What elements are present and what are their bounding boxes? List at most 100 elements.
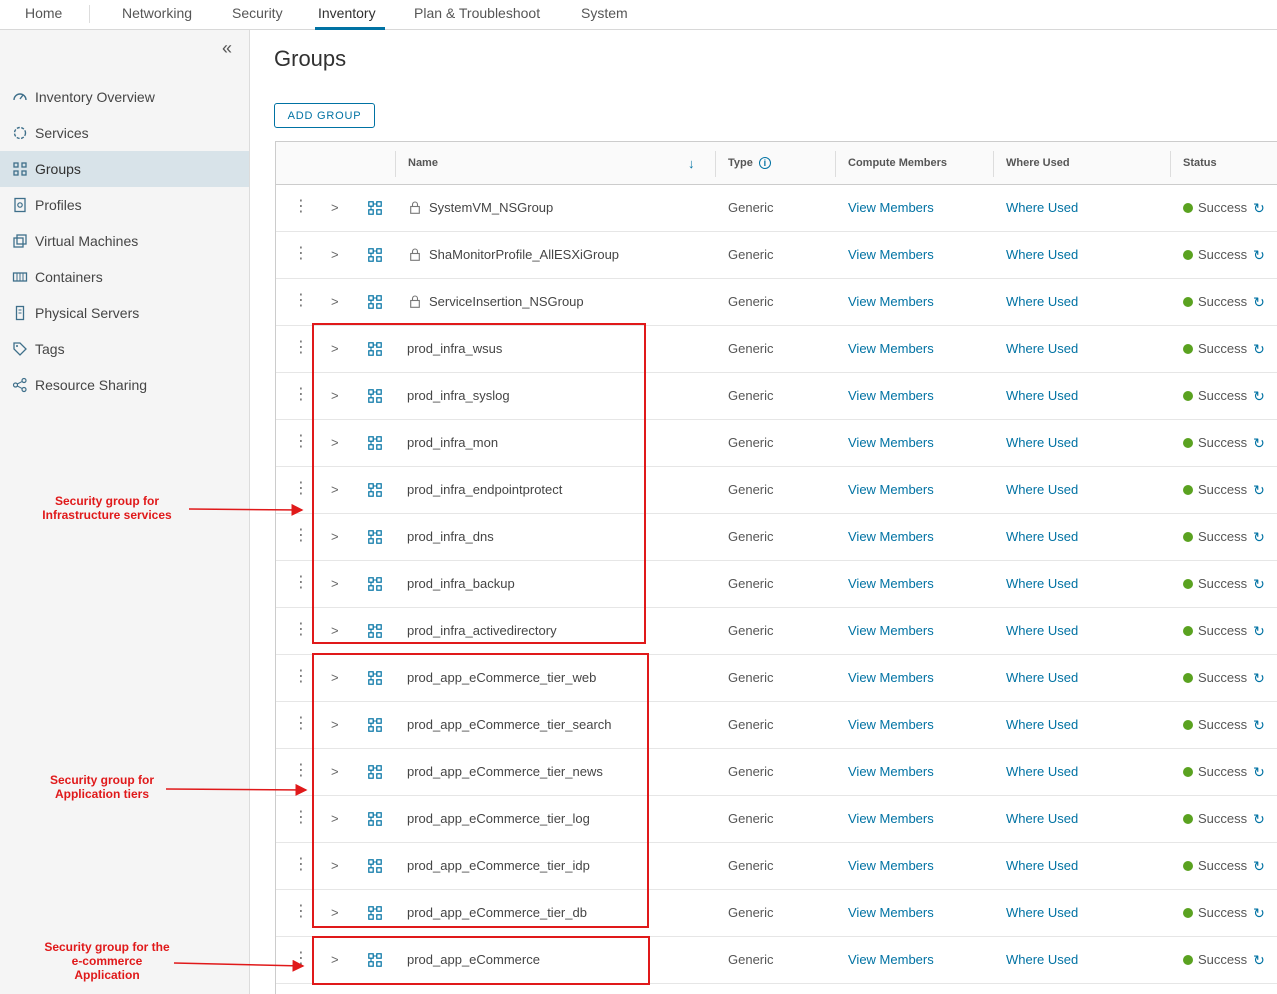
view-members-link[interactable]: View Members <box>848 749 934 795</box>
sidebar-item-groups[interactable]: Groups <box>0 151 249 187</box>
view-members-link[interactable]: View Members <box>848 185 934 231</box>
refresh-icon[interactable]: ↻ <box>1253 702 1265 748</box>
row-actions-icon[interactable]: ⋮ <box>293 232 309 278</box>
column-header-name[interactable]: Name <box>396 142 438 185</box>
refresh-icon[interactable]: ↻ <box>1253 655 1265 701</box>
refresh-icon[interactable]: ↻ <box>1253 561 1265 607</box>
annotation-app-tiers: Security group for Application tiers <box>30 773 174 801</box>
refresh-icon[interactable]: ↻ <box>1253 467 1265 513</box>
row-actions-icon[interactable]: ⋮ <box>293 373 309 419</box>
group-type: Generic <box>728 341 774 356</box>
where-used-link[interactable]: Where Used <box>1006 514 1078 560</box>
row-actions-icon[interactable]: ⋮ <box>293 843 309 889</box>
view-members-link[interactable]: View Members <box>848 796 934 842</box>
refresh-icon[interactable]: ↻ <box>1253 608 1265 654</box>
success-status-icon <box>1183 767 1193 777</box>
info-icon[interactable]: i <box>758 157 771 170</box>
where-used-link[interactable]: Where Used <box>1006 749 1078 795</box>
where-used-link[interactable]: Where Used <box>1006 561 1078 607</box>
row-actions-icon[interactable]: ⋮ <box>293 749 309 795</box>
sort-down-icon[interactable]: ↓ <box>688 156 695 171</box>
refresh-icon[interactable]: ↻ <box>1253 890 1265 936</box>
where-used-link[interactable]: Where Used <box>1006 232 1078 278</box>
sidebar-item-virtual-machines[interactable]: Virtual Machines <box>0 223 249 259</box>
row-actions-icon[interactable]: ⋮ <box>293 420 309 466</box>
row-actions-icon[interactable]: ⋮ <box>293 702 309 748</box>
where-used-link[interactable]: Where Used <box>1006 608 1078 654</box>
column-header-status[interactable]: Status <box>1171 142 1217 185</box>
tab-security[interactable]: Security <box>232 0 283 30</box>
where-used-link[interactable]: Where Used <box>1006 326 1078 372</box>
tab-system[interactable]: System <box>581 0 628 30</box>
tab-home[interactable]: Home <box>25 0 62 30</box>
row-actions-icon[interactable]: ⋮ <box>293 185 309 231</box>
where-used-link[interactable]: Where Used <box>1006 373 1078 419</box>
view-members-link[interactable]: View Members <box>848 373 934 419</box>
sidebar-item-profiles[interactable]: Profiles <box>0 187 249 223</box>
where-used-link[interactable]: Where Used <box>1006 890 1078 936</box>
where-used-link[interactable]: Where Used <box>1006 467 1078 513</box>
where-used-link[interactable]: Where Used <box>1006 702 1078 748</box>
view-members-link[interactable]: View Members <box>848 890 934 936</box>
sidebar-item-services[interactable]: Services <box>0 115 249 151</box>
row-actions-icon[interactable]: ⋮ <box>293 890 309 936</box>
refresh-icon[interactable]: ↻ <box>1253 749 1265 795</box>
tab-plan-troubleshoot[interactable]: Plan & Troubleshoot <box>414 0 540 30</box>
where-used-link[interactable]: Where Used <box>1006 843 1078 889</box>
sidebar-item-containers[interactable]: Containers <box>0 259 249 295</box>
sidebar-item-inventory-overview[interactable]: Inventory Overview <box>0 79 249 115</box>
view-members-link[interactable]: View Members <box>848 843 934 889</box>
where-used-link[interactable]: Where Used <box>1006 796 1078 842</box>
view-members-link[interactable]: View Members <box>848 326 934 372</box>
view-members-link[interactable]: View Members <box>848 608 934 654</box>
where-used-link[interactable]: Where Used <box>1006 279 1078 325</box>
refresh-icon[interactable]: ↻ <box>1253 843 1265 889</box>
view-members-link[interactable]: View Members <box>848 655 934 701</box>
status-cell: Success ↻ <box>1183 561 1265 607</box>
row-actions-icon[interactable]: ⋮ <box>293 655 309 701</box>
refresh-icon[interactable]: ↻ <box>1253 279 1265 325</box>
refresh-icon[interactable]: ↻ <box>1253 326 1265 372</box>
double-chevron-left-icon[interactable]: « <box>222 38 232 59</box>
refresh-icon[interactable]: ↻ <box>1253 796 1265 842</box>
tab-inventory[interactable]: Inventory <box>315 0 385 30</box>
view-members-link[interactable]: View Members <box>848 514 934 560</box>
where-used-link[interactable]: Where Used <box>1006 420 1078 466</box>
refresh-icon[interactable]: ↻ <box>1253 937 1265 983</box>
sidebar-item-resource-sharing[interactable]: Resource Sharing <box>0 367 249 403</box>
column-header-compute-members[interactable]: Compute Members <box>836 142 947 185</box>
refresh-icon[interactable]: ↻ <box>1253 514 1265 560</box>
view-members-link[interactable]: View Members <box>848 420 934 466</box>
tab-networking[interactable]: Networking <box>122 0 192 30</box>
where-used-link[interactable]: Where Used <box>1006 655 1078 701</box>
sidebar-item-physical-servers[interactable]: Physical Servers <box>0 295 249 331</box>
refresh-icon[interactable]: ↻ <box>1253 373 1265 419</box>
expand-chevron-icon[interactable]: > <box>331 185 343 231</box>
expand-chevron-icon[interactable]: > <box>331 279 343 325</box>
view-members-link[interactable]: View Members <box>848 561 934 607</box>
column-header-type[interactable]: Type i <box>716 142 771 185</box>
refresh-icon[interactable]: ↻ <box>1253 420 1265 466</box>
row-actions-icon[interactable]: ⋮ <box>293 467 309 513</box>
row-actions-icon[interactable]: ⋮ <box>293 279 309 325</box>
sidebar-item-tags[interactable]: Tags <box>0 331 249 367</box>
refresh-icon[interactable]: ↻ <box>1253 232 1265 278</box>
where-used-link[interactable]: Where Used <box>1006 185 1078 231</box>
view-members-link[interactable]: View Members <box>848 702 934 748</box>
view-members-link[interactable]: View Members <box>848 232 934 278</box>
where-used-link[interactable]: Where Used <box>1006 937 1078 983</box>
view-members-link[interactable]: View Members <box>848 467 934 513</box>
row-actions-icon[interactable]: ⋮ <box>293 608 309 654</box>
add-group-button[interactable]: ADD GROUP <box>274 103 375 128</box>
expand-chevron-icon[interactable]: > <box>331 232 343 278</box>
view-members-link[interactable]: View Members <box>848 279 934 325</box>
column-header-where-used[interactable]: Where Used <box>994 142 1070 185</box>
view-members-link[interactable]: View Members <box>848 937 934 983</box>
row-actions-icon[interactable]: ⋮ <box>293 514 309 560</box>
row-actions-icon[interactable]: ⋮ <box>293 326 309 372</box>
row-actions-icon[interactable]: ⋮ <box>293 796 309 842</box>
row-actions-icon[interactable]: ⋮ <box>293 937 309 983</box>
group-icon <box>368 248 382 262</box>
refresh-icon[interactable]: ↻ <box>1253 185 1265 231</box>
row-actions-icon[interactable]: ⋮ <box>293 561 309 607</box>
